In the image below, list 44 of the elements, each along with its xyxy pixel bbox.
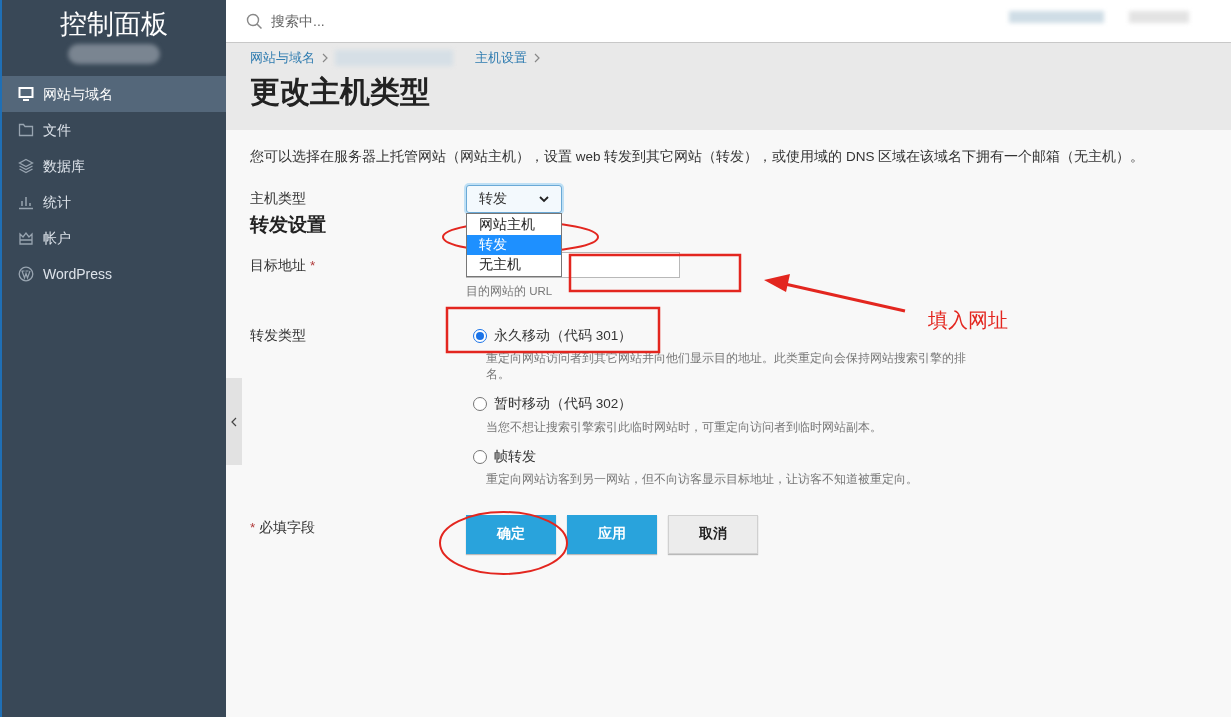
sidebar-item[interactable]: 统计 (2, 184, 226, 220)
section-title: 转发设置 (250, 213, 326, 238)
sidebar-item[interactable]: 网站与域名 (2, 76, 226, 112)
chevron-down-icon (539, 195, 549, 203)
sidebar-item[interactable]: 数据库 (2, 148, 226, 184)
monitor-icon (18, 86, 34, 102)
breadcrumb-link[interactable]: 主机设置 (475, 48, 527, 68)
radio-button[interactable] (473, 449, 487, 464)
description-text: 您可以选择在服务器上托管网站（网站主机），设置 web 转发到其它网站（转发），或使用域的 DNS 区域在该域名下拥有一个邮箱（无主机）。 (250, 148, 1146, 166)
option-description: 重定向网站访客到另一网站，但不向访客显示目标地址，让访客不知道被重定向。 (485, 471, 919, 487)
required-note: 必填字段 (259, 519, 316, 535)
sidebar-item[interactable]: WordPress (2, 256, 226, 292)
form-button[interactable]: 取消 (668, 514, 758, 554)
layers-icon (18, 158, 34, 174)
radio-button[interactable] (473, 397, 487, 412)
label-text: 目标地址 (250, 257, 306, 273)
blurred-text (1129, 11, 1189, 23)
dropdown-option[interactable]: 无主机 (467, 255, 561, 276)
chevron-right-icon (322, 53, 328, 63)
bar-chart-icon (18, 194, 34, 210)
host-type-dropdown[interactable]: 转发 (466, 185, 562, 214)
wordpress-logo-icon (18, 266, 34, 282)
chevron-left-icon (231, 416, 237, 427)
option-description: 当您不想让搜索引擎索引此临时网站时，可重定向访问者到临时网站副本。 (485, 419, 883, 435)
field-label: 转发类型 (250, 327, 307, 345)
app-title: 控制面板 (60, 8, 168, 40)
radio-label: 暂时移动（代码 302） (494, 395, 633, 414)
sidebar-item[interactable]: 文件 (2, 112, 226, 148)
breadcrumb-link[interactable]: 网站与域名 (250, 48, 315, 68)
crown-icon (18, 230, 34, 246)
required-asterisk: * (250, 519, 256, 535)
folder-icon (18, 122, 34, 138)
annotation-text: 填入网址 (928, 308, 1008, 333)
required-asterisk: * (310, 257, 316, 273)
radio-button[interactable] (473, 329, 487, 344)
page-title: 更改主机类型 (250, 74, 431, 110)
chevron-right-icon (534, 53, 540, 63)
field-hint: 目的网站的 URL (466, 283, 554, 299)
search-field[interactable]: 搜索中... (271, 10, 571, 32)
radio-label: 永久移动（代码 301） (494, 327, 633, 345)
search-icon (246, 12, 263, 30)
radio-label: 帧转发 (494, 447, 536, 466)
sidebar-item[interactable]: 帐户 (2, 220, 226, 256)
field-label: 主机类型 (250, 190, 307, 209)
